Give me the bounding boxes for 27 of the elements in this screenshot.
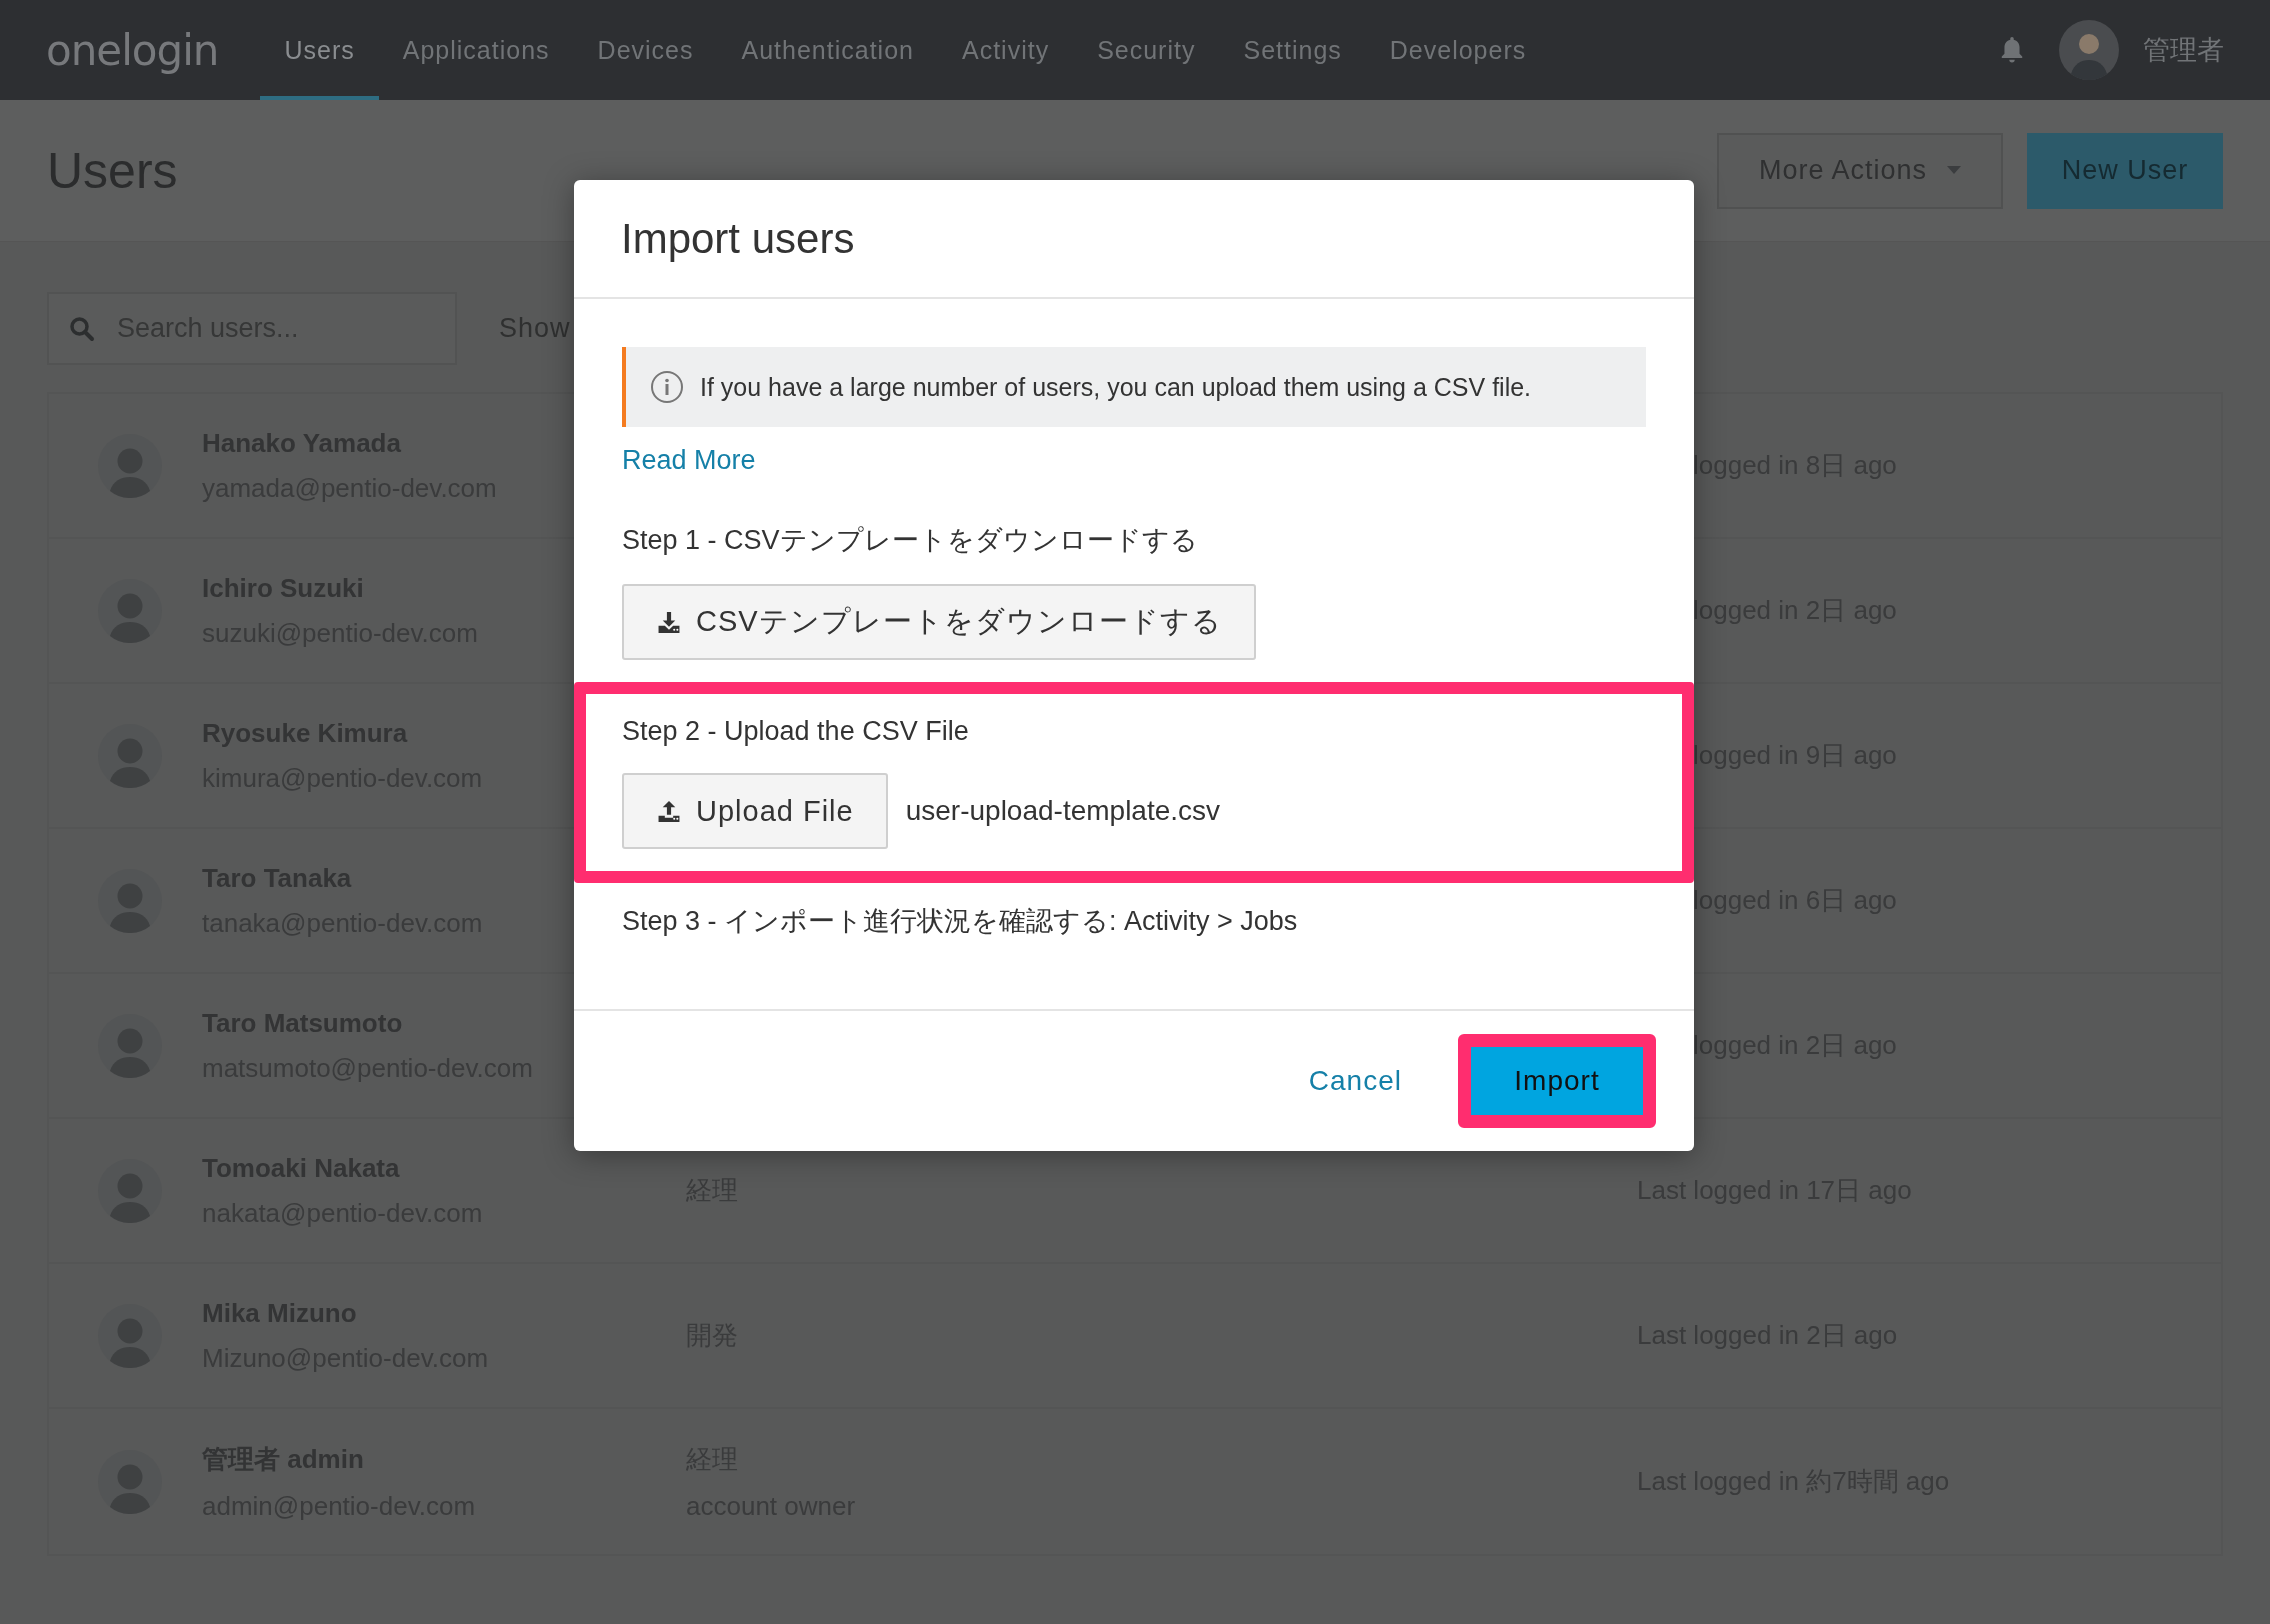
dialog-title: Import users bbox=[621, 214, 855, 263]
download-icon bbox=[656, 610, 682, 634]
import-button[interactable]: Import bbox=[1471, 1047, 1643, 1115]
upload-file-button[interactable]: Upload File bbox=[622, 773, 888, 849]
step-label: Step 1 - CSVテンプレートをダウンロードする bbox=[622, 524, 1199, 557]
nav-tab[interactable]: Activity bbox=[937, 0, 1074, 100]
nav-tab[interactable]: Settings bbox=[1219, 0, 1366, 100]
download-template-button[interactable]: CSVテンプレートをダウンロードする bbox=[622, 584, 1256, 660]
user-name[interactable]: 管理者 bbox=[2143, 32, 2224, 68]
step-label: Step 2 - Upload the CSV File bbox=[622, 716, 970, 747]
file-name: user-upload-template.csv bbox=[905, 795, 1221, 827]
nav-tab[interactable]: Applications bbox=[378, 0, 574, 100]
nav-tab[interactable]: Security bbox=[1073, 0, 1220, 100]
read-more-link[interactable]: Read More bbox=[622, 445, 1646, 476]
nav-tab[interactable]: Developers bbox=[1365, 0, 1551, 100]
cancel-link[interactable]: Cancel bbox=[1308, 1065, 1402, 1097]
upload-icon bbox=[656, 799, 682, 823]
info-icon bbox=[650, 370, 684, 404]
info-text: If you have a large number of users, you can upload them using a CSV file. bbox=[700, 372, 1532, 402]
logo[interactable]: onelogin bbox=[46, 25, 219, 75]
bell-icon bbox=[1999, 36, 2025, 64]
step-label: Step 3 - インポート進行状況を確認する: Activity > Jobs bbox=[622, 905, 1299, 938]
new-user-button[interactable]: New User bbox=[2027, 132, 2223, 209]
caret-icon bbox=[1947, 166, 1962, 175]
nav-tab[interactable]: Devices bbox=[573, 0, 718, 100]
nav-tab[interactable]: Authentication bbox=[717, 0, 938, 100]
avatar-icon bbox=[2059, 20, 2119, 80]
